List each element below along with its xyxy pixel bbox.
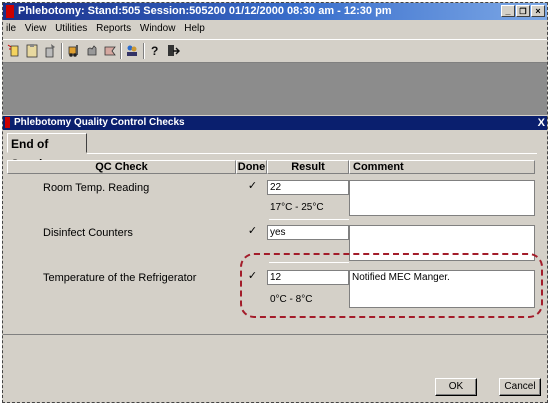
new-icon[interactable] (7, 43, 21, 58)
toolbar-separator (120, 43, 122, 59)
people-icon[interactable] (125, 43, 139, 58)
document-icon[interactable] (43, 43, 57, 58)
done-checkbox[interactable]: ✓ (247, 181, 258, 192)
forklift-icon[interactable] (67, 43, 81, 58)
dialog-icon (5, 117, 10, 128)
clipboard-icon[interactable] (25, 43, 39, 58)
flag-icon[interactable] (103, 43, 117, 58)
tab-divider (87, 153, 537, 154)
tab-end-of-session[interactable]: End of Session (7, 133, 87, 171)
menu-bar: ile View Utilities Reports Window Help (3, 21, 547, 37)
title-bar[interactable]: Phlebotomy: Stand:505 Session:505200 01/… (3, 3, 547, 20)
toolbar-separator (143, 43, 145, 59)
toolbar: ? (3, 39, 547, 63)
restore-button[interactable]: ❐ (516, 5, 530, 17)
cancel-button[interactable]: Cancel (499, 378, 541, 396)
toolbar-separator (61, 43, 63, 59)
dialog-close-button[interactable]: X (538, 116, 545, 130)
result-field[interactable]: 22 (267, 180, 349, 195)
acceptable-range: 17°C - 25°C (270, 202, 324, 213)
menu-utilities[interactable]: Utilities (55, 23, 87, 34)
column-header-qc-check[interactable]: QC Check (7, 160, 236, 174)
column-header-done[interactable]: Done (236, 160, 267, 174)
column-header-comment[interactable]: Comment (349, 160, 535, 174)
column-header-result[interactable]: Result (267, 160, 349, 174)
qc-check-label: Temperature of the Refrigerator (43, 272, 197, 284)
row-divider (269, 219, 349, 220)
result-field[interactable]: yes (267, 225, 349, 240)
application-window: Phlebotomy: Stand:505 Session:505200 01/… (2, 2, 548, 403)
menu-help[interactable]: Help (184, 23, 205, 34)
comment-field[interactable] (349, 180, 535, 216)
hand-icon[interactable] (85, 43, 99, 58)
highlight-ring (240, 253, 543, 318)
window-controls: _ ❐ × (501, 5, 545, 17)
app-icon (6, 5, 14, 18)
ok-button[interactable]: OK (435, 378, 477, 396)
minimize-button[interactable]: _ (501, 5, 515, 17)
dialog-title: Phlebotomy Quality Control Checks (14, 117, 185, 128)
menu-reports[interactable]: Reports (96, 23, 131, 34)
window-title: Phlebotomy: Stand:505 Session:505200 01/… (18, 5, 392, 17)
qc-check-label: Room Temp. Reading (43, 182, 150, 194)
close-button[interactable]: × (531, 5, 545, 17)
workspace-background (3, 63, 547, 115)
dialog-title-bar[interactable]: Phlebotomy Quality Control Checks X (3, 116, 547, 130)
qc-check-label: Disinfect Counters (43, 227, 133, 239)
svg-text:?: ? (151, 44, 158, 58)
exit-icon[interactable] (166, 43, 180, 58)
menu-window[interactable]: Window (140, 23, 176, 34)
menu-file[interactable]: ile (6, 23, 16, 34)
content-bottom-edge (3, 334, 547, 335)
help-icon[interactable]: ? (148, 43, 162, 58)
done-checkbox[interactable]: ✓ (247, 226, 258, 237)
menu-view[interactable]: View (25, 23, 47, 34)
